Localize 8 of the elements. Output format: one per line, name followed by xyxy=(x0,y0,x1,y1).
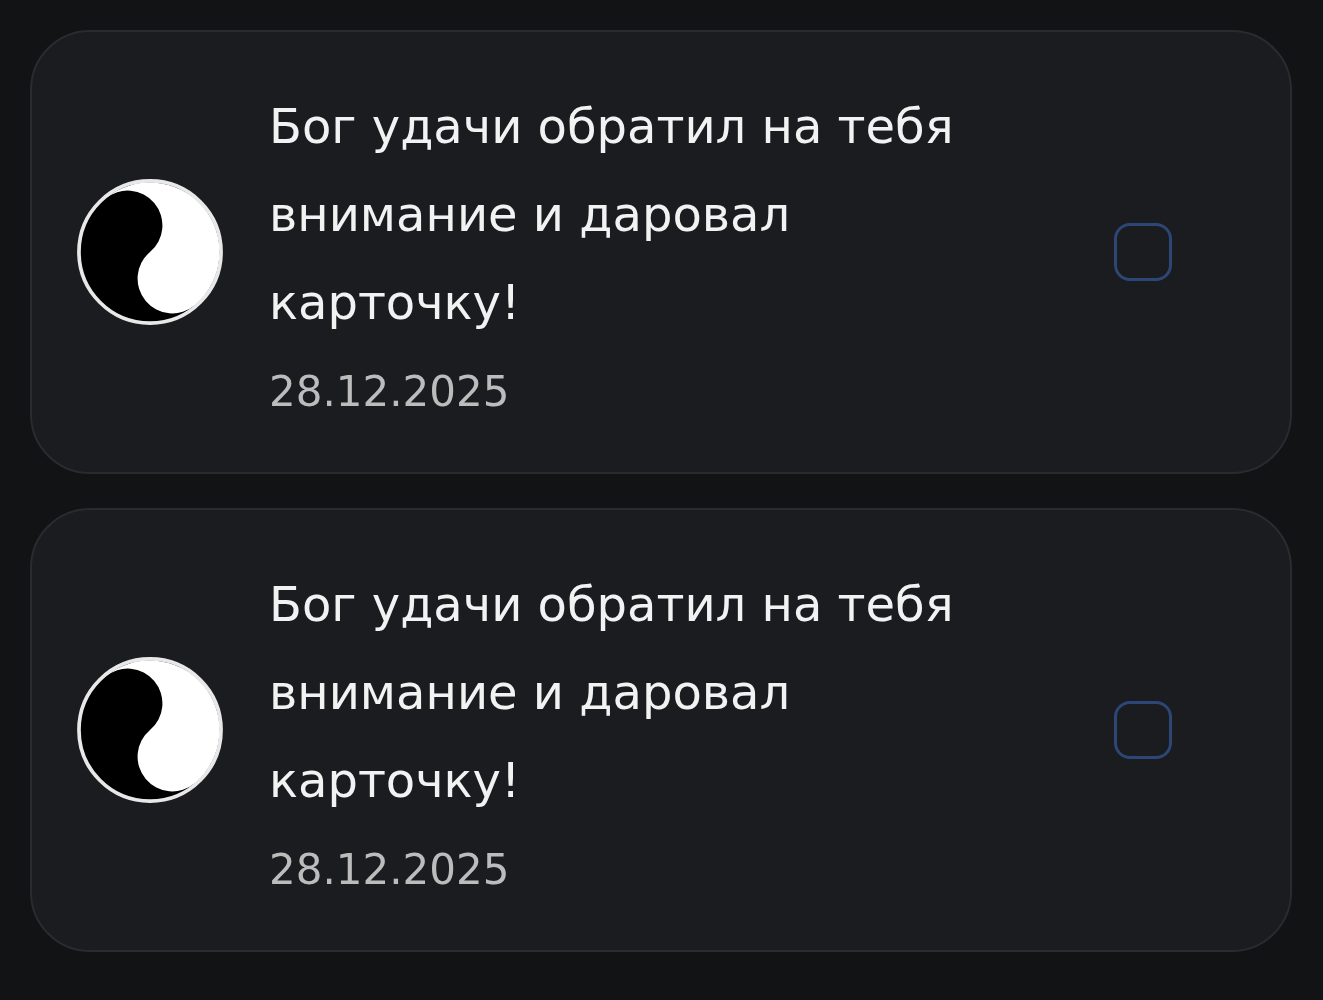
notification-date: 28.12.2025 xyxy=(269,366,511,418)
notification-date: 28.12.2025 xyxy=(269,844,511,896)
checkbox[interactable] xyxy=(1114,701,1172,759)
notification-message: Бог удачи обратил на тебя внимание и даровал карточку! xyxy=(269,575,955,810)
yin-yang-icon xyxy=(76,656,224,804)
checkbox[interactable] xyxy=(1114,223,1172,281)
notification-message: Бог удачи обратил на тебя внимание и даровал карточку! xyxy=(269,97,955,332)
yin-yang-icon xyxy=(76,178,224,326)
